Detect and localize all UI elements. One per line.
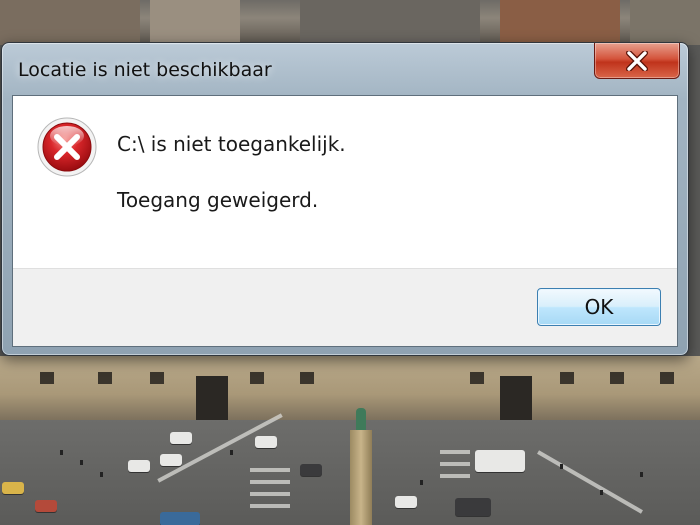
error-message: C:\ is niet toegankelijk. (117, 132, 346, 156)
close-icon (626, 50, 648, 71)
error-detail: Toegang geweigerd. (117, 188, 319, 212)
background-obelisk (350, 430, 372, 525)
error-dialog: Locatie is niet beschikbaar C:\ is niet … (1, 42, 689, 356)
dialog-footer: OK (13, 268, 677, 346)
ok-button[interactable]: OK (537, 288, 661, 326)
close-button[interactable] (594, 43, 680, 79)
dialog-content: C:\ is niet toegankelijk. Toegang geweig… (13, 96, 677, 268)
background-building-facade (0, 356, 700, 420)
dialog-title: Locatie is niet beschikbaar (18, 59, 272, 81)
error-icon (37, 117, 97, 177)
dialog-client-area: C:\ is niet toegankelijk. Toegang geweig… (12, 95, 678, 347)
background-rooftops (0, 0, 700, 45)
